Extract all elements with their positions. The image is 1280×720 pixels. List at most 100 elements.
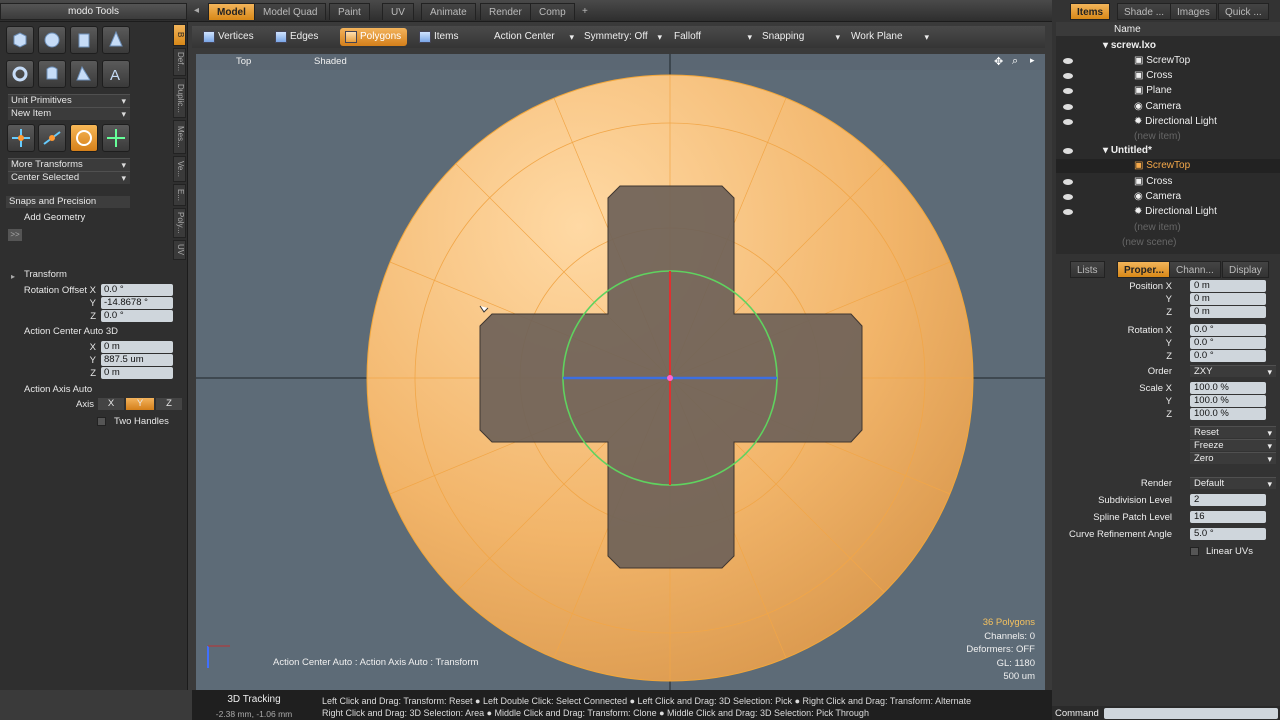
sidetab-polygon[interactable]: Poly... (173, 208, 186, 238)
rotate-tool-button[interactable] (38, 124, 66, 152)
tree-item-screwtop[interactable]: ▣ ScrewTop (1134, 55, 1190, 66)
action-center-z-field[interactable]: 0 m (101, 367, 173, 379)
sidetab-edge[interactable]: E... (173, 184, 186, 206)
tree-item-directional-light[interactable]: ✹ Directional Light (1134, 116, 1217, 127)
sphere-primitive-button[interactable] (38, 26, 66, 54)
tab-properties[interactable]: Proper... (1117, 261, 1172, 278)
add-tab-button[interactable]: + (574, 3, 596, 20)
action-center-dropdown[interactable]: Action Center (492, 28, 574, 46)
tree-item-cross[interactable]: ▣ Cross (1134, 70, 1172, 81)
tab-paint[interactable]: Paint (329, 3, 370, 20)
position-x-field[interactable]: 0 m (1190, 280, 1266, 292)
visibility-eye-icon[interactable] (1063, 104, 1073, 110)
sidetab-uv[interactable]: UV (173, 240, 186, 260)
vertices-mode-button[interactable]: Vertices (198, 28, 260, 46)
visibility-eye-icon[interactable] (1063, 209, 1073, 215)
polygons-mode-button[interactable]: Polygons (340, 28, 408, 46)
center-handle[interactable] (667, 375, 673, 381)
cube-primitive-button[interactable] (6, 26, 34, 54)
tab-animate[interactable]: Animate (421, 3, 476, 20)
tree-item-directional-light-2[interactable]: ✹ Directional Light (1134, 206, 1217, 217)
visibility-eye-icon[interactable] (1063, 194, 1073, 200)
sidetab-deform[interactable]: Def... (173, 48, 186, 76)
visibility-eye-icon[interactable] (1063, 73, 1073, 79)
collapse-icon[interactable]: ▸ (11, 272, 15, 281)
reset-dropdown[interactable]: Reset (1190, 426, 1276, 439)
sidetab-basic[interactable]: B (173, 24, 186, 46)
visibility-eye-icon[interactable] (1063, 179, 1073, 185)
rotation-offset-x-field[interactable]: 0.0 ° (101, 284, 173, 296)
visibility-eye-icon[interactable] (1063, 119, 1073, 125)
visibility-eye-icon[interactable] (1063, 148, 1073, 154)
tab-quick[interactable]: Quick ... (1218, 3, 1269, 20)
rotation-z-field[interactable]: 0.0 ° (1190, 350, 1266, 362)
sidetab-mesh[interactable]: Mes... (173, 120, 186, 154)
axis-y-button[interactable]: Y (126, 398, 154, 410)
freeze-dropdown[interactable]: Freeze (1190, 439, 1276, 452)
visibility-eye-icon[interactable] (1063, 88, 1073, 94)
tree-item-camera-2[interactable]: ◉ Camera (1134, 191, 1181, 202)
arrow-left-icon[interactable]: ◂ (194, 5, 199, 16)
sidetab-duplicate[interactable]: Duplic... (173, 78, 186, 118)
add-geometry-label[interactable]: Add Geometry (24, 212, 85, 223)
more-transforms-dropdown[interactable]: More Transforms (8, 158, 130, 171)
tab-uv[interactable]: UV (382, 3, 414, 20)
curve-angle-field[interactable]: 5.0 ° (1190, 528, 1266, 540)
axis-z-button[interactable]: Z (156, 398, 182, 410)
symmetry-dropdown[interactable]: Symmetry: Off (582, 28, 662, 46)
tree-item-cross-2[interactable]: ▣ Cross (1134, 176, 1172, 187)
tree-item-plane[interactable]: ▣ Plane (1134, 85, 1172, 96)
scale-x-field[interactable]: 100.0 % (1190, 382, 1266, 394)
snapping-dropdown[interactable]: Snapping (760, 28, 840, 46)
snaps-precision-header[interactable]: Snaps and Precision (6, 196, 130, 208)
scale-y-field[interactable]: 100.0 % (1190, 395, 1266, 407)
tab-lists[interactable]: Lists (1070, 261, 1105, 278)
tree-item-scene-screw[interactable]: ▾ screw.lxo (1103, 40, 1156, 51)
edges-mode-button[interactable]: Edges (270, 28, 324, 46)
tab-comp[interactable]: Comp (530, 3, 575, 20)
tab-render[interactable]: Render (480, 3, 531, 20)
tree-new-item[interactable]: (new item) (1134, 131, 1181, 142)
capsule-primitive-button[interactable] (38, 60, 66, 88)
position-y-field[interactable]: 0 m (1190, 293, 1266, 305)
visibility-eye-icon[interactable] (1063, 58, 1073, 64)
order-dropdown[interactable]: ZXY (1190, 365, 1276, 378)
two-handles-checkbox[interactable] (97, 417, 106, 426)
rotation-y-field[interactable]: 0.0 ° (1190, 337, 1266, 349)
tree-item-scene-untitled[interactable]: ▾ Untitled* (1103, 145, 1152, 156)
action-center-y-field[interactable]: 887.5 um (101, 354, 173, 366)
cone-primitive-button[interactable] (102, 26, 130, 54)
render-dropdown[interactable]: Default (1190, 477, 1276, 490)
new-item-dropdown[interactable]: New Item (8, 107, 130, 120)
tree-item-camera[interactable]: ◉ Camera (1134, 101, 1181, 112)
tab-display[interactable]: Display (1222, 261, 1269, 278)
wedge-primitive-button[interactable] (70, 60, 98, 88)
tree-item-screwtop-selected[interactable]: ▣ ScrewTop (1134, 160, 1190, 171)
command-input[interactable] (1104, 708, 1278, 719)
axis-x-button[interactable]: X (98, 398, 124, 410)
viewport-3d[interactable]: Top Shaded ✥ ⌕ ▸ Action Center Auto: Ac… (196, 54, 1045, 690)
work-plane-dropdown[interactable]: Work Plane (849, 28, 929, 46)
transform-tool-button[interactable] (70, 124, 98, 152)
action-center-x-field[interactable]: 0 m (101, 341, 173, 353)
tab-images[interactable]: Images (1170, 3, 1217, 20)
items-mode-button[interactable]: Items (414, 28, 464, 46)
rotation-x-field[interactable]: 0.0 ° (1190, 324, 1266, 336)
tab-channels[interactable]: Chann... (1169, 261, 1221, 278)
expand-button[interactable]: >> (8, 229, 22, 241)
tree-new-scene[interactable]: (new scene) (1122, 237, 1176, 248)
rotation-offset-z-field[interactable]: 0.0 ° (101, 310, 173, 322)
name-column-header[interactable]: Name (1114, 24, 1141, 35)
tab-model[interactable]: Model (208, 3, 255, 20)
text-primitive-button[interactable]: A (102, 60, 130, 88)
unit-primitives-dropdown[interactable]: Unit Primitives (8, 94, 130, 107)
tab-model-quad[interactable]: Model Quad (254, 3, 327, 20)
move-tool-button[interactable] (7, 124, 35, 152)
sidetab-vertex[interactable]: Ve... (173, 156, 186, 182)
tab-shader[interactable]: Shade ... (1117, 3, 1172, 20)
falloff-dropdown[interactable]: Falloff (672, 28, 752, 46)
position-z-field[interactable]: 0 m (1190, 306, 1266, 318)
scale-tool-button[interactable] (102, 124, 130, 152)
tab-items[interactable]: Items (1070, 3, 1111, 20)
subdivision-level-field[interactable]: 2 (1190, 494, 1266, 506)
